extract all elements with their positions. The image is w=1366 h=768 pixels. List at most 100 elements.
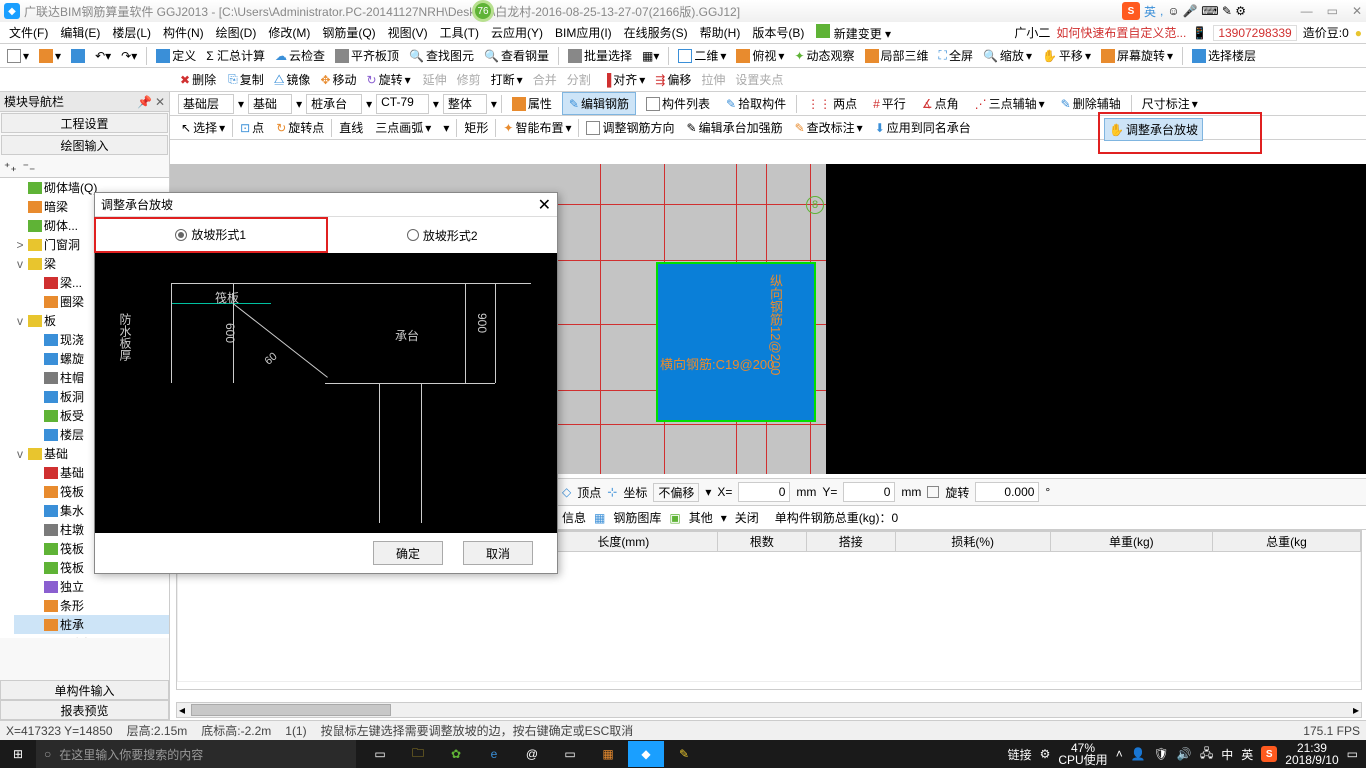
- menu-file[interactable]: 文件(F): [4, 22, 53, 43]
- smart-layout-button[interactable]: ✦智能布置▾: [498, 117, 576, 138]
- tray-up-icon[interactable]: ˄: [1116, 747, 1123, 761]
- app-6[interactable]: ✎: [666, 741, 702, 767]
- tray-volume-icon[interactable]: 🔊: [1177, 747, 1192, 761]
- app-1[interactable]: ✿: [438, 741, 474, 767]
- 2d-button[interactable]: 二维▾: [675, 47, 729, 64]
- sum-button[interactable]: Σ 汇总计算: [203, 47, 268, 64]
- help-link[interactable]: 如何快速布置自定义范...: [1056, 24, 1186, 41]
- three-point-button[interactable]: ⋰三点辅轴▾: [969, 93, 1051, 114]
- move-button[interactable]: ✥移动: [316, 71, 360, 88]
- apply-same-button[interactable]: ⬇应用到同名承台: [870, 117, 976, 138]
- point-tool[interactable]: ⊡点: [235, 117, 269, 138]
- break-button[interactable]: 打断▾: [487, 71, 527, 88]
- point-angle-button[interactable]: ∡点角: [916, 93, 965, 114]
- level-top-button[interactable]: 平齐板顶: [332, 47, 402, 64]
- pick-component-button[interactable]: ✎拾取构件: [720, 93, 792, 114]
- mirror-button[interactable]: ⧋镜像: [270, 71, 315, 88]
- menu-online[interactable]: 在线服务(S): [619, 22, 693, 43]
- tray-icon-1[interactable]: ⚙: [1040, 747, 1051, 761]
- pin-icon[interactable]: 📌: [137, 95, 152, 109]
- other-tab[interactable]: 其他: [689, 509, 713, 526]
- find-element-button[interactable]: 🔍查找图元: [406, 47, 477, 64]
- maximize-button[interactable]: ▭: [1327, 4, 1338, 18]
- x-input[interactable]: [738, 482, 790, 502]
- menu-edit[interactable]: 编辑(E): [55, 22, 105, 43]
- ime-icon[interactable]: S: [1122, 2, 1140, 20]
- menu-modify[interactable]: 修改(M): [263, 22, 315, 43]
- app-2[interactable]: @: [514, 741, 550, 767]
- menu-help[interactable]: 帮助(H): [695, 22, 746, 43]
- expand-icon[interactable]: ⁺₊: [4, 160, 17, 174]
- pan-button[interactable]: ✋平移▾: [1039, 47, 1094, 64]
- delete-axis-button[interactable]: ✎删除辅轴: [1055, 93, 1127, 114]
- ime-tools[interactable]: ☺ 🎤 ⌨ ✎ ⚙: [1167, 4, 1246, 18]
- info-tab[interactable]: 信息: [562, 509, 586, 526]
- tray-people-icon[interactable]: 👤: [1131, 747, 1146, 761]
- search-box[interactable]: ○ 在这里输入你要搜索的内容: [36, 740, 356, 768]
- select-tool[interactable]: ↖ 选择 ▾: [176, 117, 230, 138]
- component-list-button[interactable]: 构件列表: [640, 93, 716, 114]
- menu-cloud[interactable]: 云应用(Y): [486, 22, 548, 43]
- link-label[interactable]: 链接: [1008, 746, 1032, 763]
- y-input[interactable]: [843, 482, 895, 502]
- tab-report-preview[interactable]: 报表预览: [0, 700, 169, 720]
- tray-lang-icon[interactable]: 英: [1241, 746, 1253, 763]
- menu-draw[interactable]: 绘图(D): [211, 22, 262, 43]
- adjust-rebar-dir-button[interactable]: 调整钢筋方向: [581, 117, 679, 138]
- two-point-button[interactable]: ⋮⋮两点: [801, 93, 863, 114]
- edge-icon[interactable]: e: [476, 741, 512, 767]
- more-tool[interactable]: ▾: [438, 119, 454, 137]
- view-rebar-button[interactable]: 🔍查看钢量: [481, 47, 552, 64]
- category-select[interactable]: 基础: [248, 94, 292, 114]
- level-select[interactable]: 基础层: [178, 94, 234, 114]
- top-view-button[interactable]: 俯视▾: [733, 47, 787, 64]
- minimize-button[interactable]: —: [1301, 4, 1313, 18]
- menu-floor[interactable]: 楼层(L): [107, 22, 156, 43]
- tray-notification-icon[interactable]: ▭: [1347, 747, 1358, 761]
- vertex-label[interactable]: 顶点: [577, 484, 601, 501]
- app-3[interactable]: ▭: [552, 741, 588, 767]
- menu-version[interactable]: 版本号(B): [747, 22, 809, 43]
- ime-lang[interactable]: 英: [1144, 3, 1156, 20]
- menu-bim[interactable]: BIM应用(I): [550, 22, 617, 43]
- rotate-button[interactable]: ↻旋转▾: [363, 71, 415, 88]
- parallel-button[interactable]: #平行: [867, 93, 912, 114]
- delete-button[interactable]: ✖删除: [176, 71, 220, 88]
- tray-sogou-icon[interactable]: S: [1261, 746, 1277, 762]
- tree-item[interactable]: 独立: [14, 577, 169, 596]
- more-button[interactable]: ▦▾: [639, 49, 662, 63]
- copy-button[interactable]: ⎘复制: [224, 71, 268, 88]
- undo-button[interactable]: ↶▾: [92, 49, 114, 63]
- save-button[interactable]: [68, 49, 88, 63]
- rotate-checkbox[interactable]: [927, 486, 939, 498]
- select-floor-button[interactable]: 选择楼层: [1189, 47, 1259, 64]
- code-select[interactable]: CT-79: [376, 94, 429, 114]
- batch-select-button[interactable]: 批量选择: [565, 47, 635, 64]
- new-button[interactable]: ▾: [4, 49, 32, 63]
- redo-button[interactable]: ↷▾: [118, 49, 140, 63]
- menu-component[interactable]: 构件(N): [158, 22, 209, 43]
- offset-select[interactable]: 不偏移: [653, 483, 699, 502]
- offset-button[interactable]: ⇶偏移: [651, 71, 695, 88]
- ok-button[interactable]: 确定: [373, 541, 443, 565]
- open-button[interactable]: ▾: [36, 49, 64, 63]
- adjust-slope-button[interactable]: ✋调整承台放坡: [1104, 118, 1203, 141]
- zoom-button[interactable]: 🔍缩放▾: [980, 47, 1035, 64]
- local-3d-button[interactable]: 局部三维: [862, 47, 932, 64]
- tree-item[interactable]: 桩承: [14, 615, 169, 634]
- cloud-check-button[interactable]: ☁云检查: [272, 47, 328, 64]
- check-annotation-button[interactable]: ✎查改标注▾: [790, 117, 868, 138]
- rebar-lib-tab[interactable]: 钢筋图库: [613, 509, 661, 526]
- menu-rebar[interactable]: 钢筋量(Q): [317, 22, 380, 43]
- horizontal-scrollbar[interactable]: ◂ ▸: [176, 702, 1362, 718]
- cancel-button[interactable]: 取消: [463, 541, 533, 565]
- coord-label[interactable]: 坐标: [623, 484, 647, 501]
- new-change-button[interactable]: 新建变更 ▾: [811, 22, 896, 44]
- subcategory-select[interactable]: 桩承台: [306, 94, 362, 114]
- tab-draw-input[interactable]: 绘图输入: [1, 135, 168, 155]
- option-slope-2[interactable]: 放坡形式2: [328, 227, 558, 244]
- scrollbar-thumb[interactable]: [191, 704, 391, 716]
- menu-view[interactable]: 视图(V): [383, 22, 433, 43]
- explorer-icon[interactable]: 🗀: [400, 741, 436, 767]
- menu-tools[interactable]: 工具(T): [435, 22, 484, 43]
